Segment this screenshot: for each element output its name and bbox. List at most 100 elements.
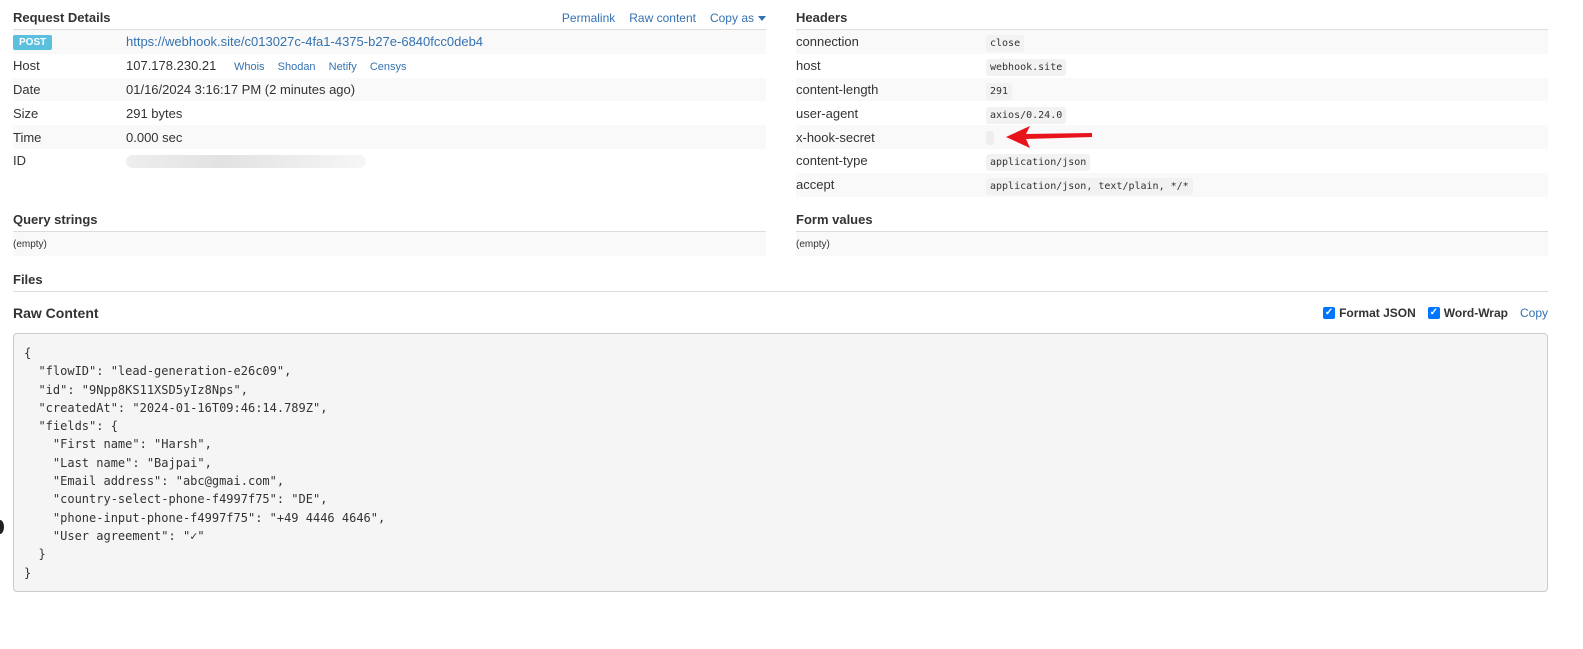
- date-label: Date: [13, 77, 126, 102]
- request-url-link[interactable]: https://webhook.site/c013027c-4fa1-4375-…: [126, 34, 483, 49]
- request-details-links: Permalink Raw content Copy as: [562, 11, 766, 25]
- code-line: "createdAt": "2024-01-16T09:46:14.789Z",: [24, 400, 328, 415]
- files-title: Files: [13, 272, 43, 287]
- header-value: 291: [986, 82, 1013, 100]
- table-row: Size 291 bytes: [13, 101, 766, 126]
- code-line: "fields": {: [24, 419, 118, 434]
- table-row: connection close: [796, 30, 1548, 54]
- date-value: 01/16/2024 3:16:17 PM (2 minutes ago): [126, 77, 766, 102]
- code-line: }: [24, 547, 46, 562]
- header-name: connection: [796, 30, 986, 54]
- word-wrap-checkbox[interactable]: ✓: [1427, 307, 1440, 319]
- header-value-cell: 291: [986, 77, 1548, 102]
- query-strings-value: (empty): [13, 232, 766, 256]
- header-value-cell: application/json, text/plain, */*: [986, 172, 1548, 197]
- headers-table: connection close host webhook.site conte…: [796, 30, 1548, 197]
- raw-content-code[interactable]: { "flowID": "lead-generation-e26c09", "i…: [13, 333, 1548, 592]
- table-row: Date 01/16/2024 3:16:17 PM (2 minutes ag…: [13, 77, 766, 102]
- host-label: Host: [13, 53, 126, 78]
- url-cell: https://webhook.site/c013027c-4fa1-4375-…: [126, 30, 766, 54]
- code-line: "phone-input-phone-f4997f75": "+49 4446 …: [24, 510, 386, 525]
- table-row: ID: [13, 148, 766, 173]
- table-row: user-agent axios/0.24.0: [796, 101, 1548, 126]
- headers-title: Headers: [796, 10, 848, 25]
- code-line: "Email address": "abc@gmai.com",: [24, 474, 285, 489]
- format-json-label: Format JSON: [1339, 306, 1416, 320]
- header-name: content-type: [796, 148, 986, 173]
- header-value: application/json: [986, 154, 1091, 172]
- format-json-toggle[interactable]: ✓ Format JSON: [1323, 306, 1416, 320]
- red-arrow-icon: [1006, 126, 1092, 148]
- table-row: Time 0.000 sec: [13, 125, 766, 149]
- time-value: 0.000 sec: [126, 125, 766, 149]
- request-details-panel: Request Details Permalink Raw content Co…: [13, 5, 766, 173]
- code-line: "flowID": "lead-generation-e26c09",: [24, 364, 292, 379]
- table-row: accept application/json, text/plain, */*: [796, 172, 1548, 197]
- raw-content-title: Raw Content: [13, 305, 99, 321]
- query-strings-header: Query strings: [13, 207, 766, 232]
- header-value: axios/0.24.0: [986, 106, 1067, 124]
- table-row: Host 107.178.230.21 Whois Shodan Netify …: [13, 53, 766, 78]
- header-name: content-length: [796, 77, 986, 102]
- files-panel: Files: [13, 267, 1548, 292]
- host-value: 107.178.230.21: [126, 58, 217, 74]
- code-line: "First name": "Harsh",: [24, 437, 212, 452]
- code-line: "country-select-phone-f4997f75": "DE",: [24, 492, 328, 507]
- request-details-title: Request Details: [13, 10, 111, 25]
- form-values-value: (empty): [796, 232, 1548, 256]
- caret-down-icon: [758, 16, 766, 22]
- query-strings-panel: Query strings (empty): [13, 207, 766, 256]
- header-value-cell: close: [986, 30, 1548, 54]
- header-value-cell: application/json: [986, 148, 1548, 173]
- form-values-panel: Form values (empty): [796, 207, 1548, 256]
- scroll-edge-marker: [0, 520, 4, 534]
- header-value: webhook.site: [986, 59, 1067, 77]
- headers-header: Headers: [796, 5, 1548, 30]
- header-name: x-hook-secret: [796, 125, 986, 149]
- censys-link[interactable]: Censys: [370, 61, 407, 73]
- size-label: Size: [13, 101, 126, 126]
- copy-raw-content-link[interactable]: Copy: [1520, 306, 1548, 320]
- word-wrap-label: Word-Wrap: [1443, 306, 1508, 320]
- whois-link[interactable]: Whois: [234, 61, 265, 73]
- request-details-header: Request Details Permalink Raw content Co…: [13, 5, 766, 30]
- header-value-cell: axios/0.24.0: [986, 101, 1548, 126]
- table-row: POST https://webhook.site/c013027c-4fa1-…: [13, 30, 766, 54]
- files-header: Files: [13, 267, 1548, 292]
- word-wrap-toggle[interactable]: ✓ Word-Wrap: [1427, 306, 1508, 320]
- header-value-cell: webhook.site: [986, 53, 1548, 78]
- raw-content-options: ✓ Format JSON ✓ Word-Wrap Copy: [1323, 306, 1548, 320]
- code-line: "id": "9Npp8KS11XSD5yIz8Nps",: [24, 382, 248, 397]
- id-cell: [126, 148, 766, 173]
- host-links: Whois Shodan Netify Censys: [234, 61, 417, 73]
- header-value: application/json, text/plain, */*: [986, 178, 1193, 196]
- permalink-link[interactable]: Permalink: [562, 11, 615, 25]
- shodan-link[interactable]: Shodan: [278, 61, 316, 73]
- table-row: content-type application/json: [796, 148, 1548, 173]
- x-hook-secret-value: [986, 130, 994, 145]
- netify-link[interactable]: Netify: [329, 61, 357, 73]
- table-row: x-hook-secret: [796, 125, 1548, 149]
- header-name: accept: [796, 172, 986, 197]
- header-value: close: [986, 35, 1025, 53]
- size-value: 291 bytes: [126, 101, 766, 126]
- raw-content-link[interactable]: Raw content: [629, 11, 696, 25]
- form-values-title: Form values: [796, 212, 873, 227]
- form-values-header: Form values: [796, 207, 1548, 232]
- id-value-redacted: [126, 155, 366, 169]
- headers-panel: Headers connection close host webhook.si…: [796, 5, 1548, 197]
- table-row: content-length 291: [796, 77, 1548, 102]
- header-name: host: [796, 53, 986, 78]
- copy-as-label: Copy as: [709, 11, 754, 25]
- raw-content-panel: Raw Content ✓ Format JSON ✓ Word-Wrap Co…: [13, 303, 1548, 323]
- time-label: Time: [13, 125, 126, 149]
- copy-as-dropdown[interactable]: Copy as: [710, 11, 766, 25]
- code-line: {: [24, 346, 32, 360]
- query-strings-title: Query strings: [13, 212, 98, 227]
- method-badge: POST: [13, 35, 53, 51]
- host-cell: 107.178.230.21 Whois Shodan Netify Censy…: [126, 53, 766, 78]
- format-json-checkbox[interactable]: ✓: [1323, 307, 1336, 319]
- header-name: user-agent: [796, 101, 986, 126]
- code-line: "User agreement": "✓": [24, 528, 205, 543]
- id-label: ID: [13, 148, 126, 173]
